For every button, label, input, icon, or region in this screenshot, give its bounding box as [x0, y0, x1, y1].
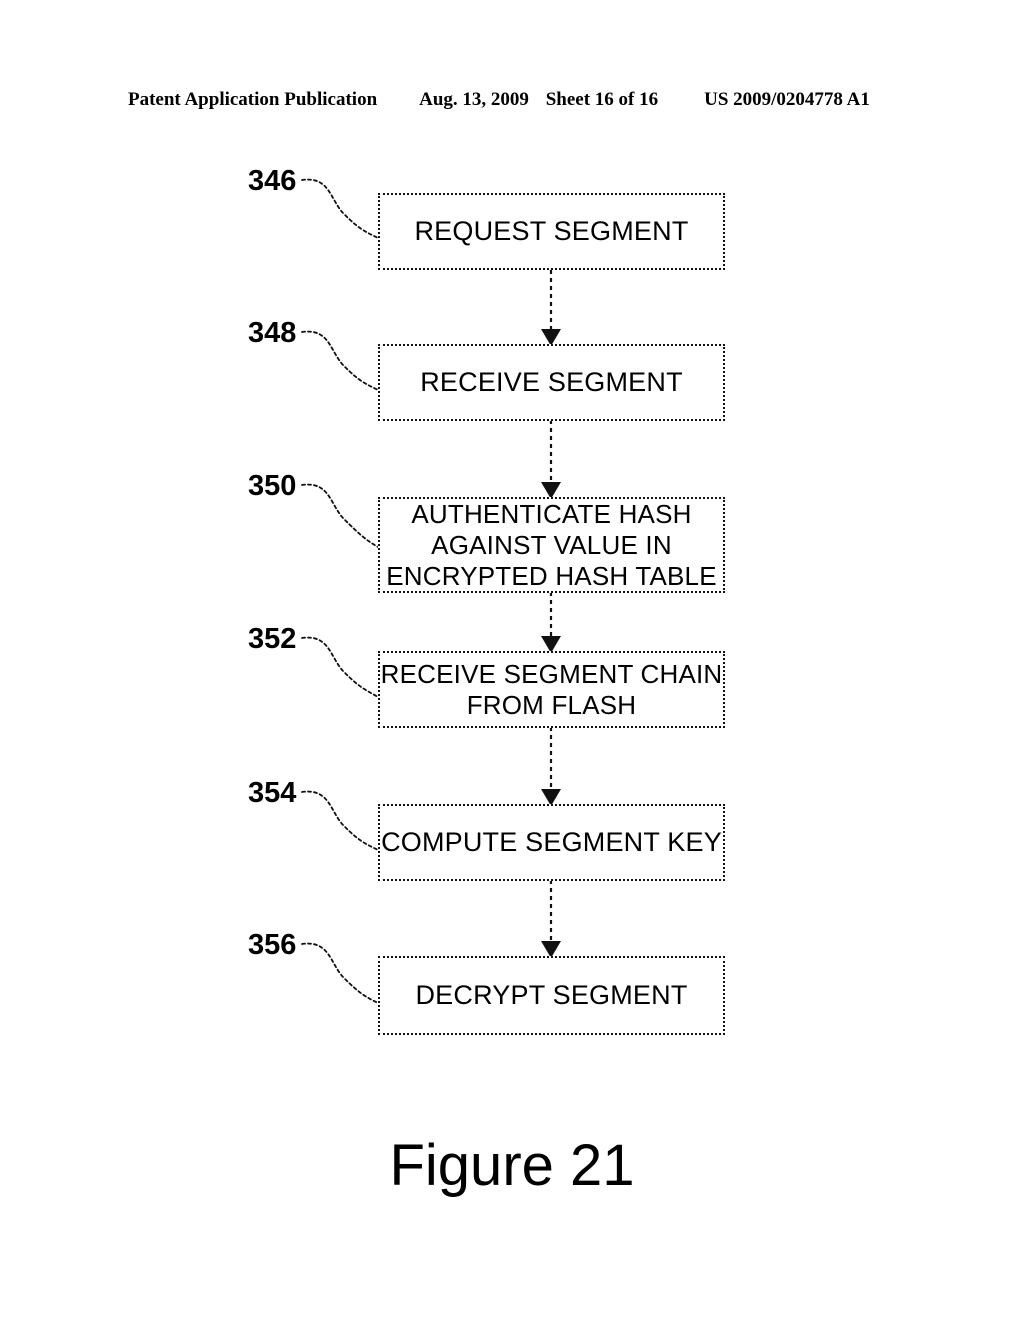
- leader-350: [301, 483, 379, 548]
- flow-step-label-346: REQUEST SEGMENT: [414, 216, 689, 246]
- leader-346: [301, 178, 379, 239]
- flow-step-box-346: REQUEST SEGMENT: [378, 193, 725, 270]
- flow-step-box-348: RECEIVE SEGMENT: [378, 344, 725, 421]
- ref-numeral-352: 352: [248, 623, 297, 655]
- leader-352: [301, 636, 379, 698]
- leader-356: [301, 942, 379, 1004]
- flow-step-label-348: RECEIVE SEGMENT: [420, 367, 683, 397]
- leader-354: [301, 790, 379, 851]
- ref-numeral-350: 350: [248, 470, 297, 502]
- flow-step-label-354: COMPUTE SEGMENT KEY: [381, 827, 722, 857]
- leader-348: [301, 330, 379, 391]
- ref-numeral-346: 346: [248, 165, 297, 197]
- flow-step-box-356: DECRYPT SEGMENT: [378, 956, 725, 1035]
- figure-caption: Figure 21: [389, 1133, 635, 1198]
- ref-numeral-348: 348: [248, 317, 297, 349]
- flow-step-label-352: RECEIVE SEGMENT CHAIN FROM FLASH: [380, 658, 723, 720]
- flowchart-diagram: 346 348 350 352 354 356 REQUEST SEGMENT …: [0, 0, 1024, 1320]
- flow-step-label-356: DECRYPT SEGMENT: [415, 980, 688, 1010]
- flow-step-label-350: AUTHENTICATE HASH AGAINST VALUE IN ENCRY…: [386, 498, 717, 591]
- flow-step-box-352: RECEIVE SEGMENT CHAIN FROM FLASH: [378, 651, 725, 728]
- flow-step-box-350: AUTHENTICATE HASH AGAINST VALUE IN ENCRY…: [378, 497, 725, 593]
- ref-numeral-356: 356: [248, 929, 297, 961]
- ref-numeral-354: 354: [248, 777, 297, 809]
- flow-step-box-354: COMPUTE SEGMENT KEY: [378, 804, 725, 881]
